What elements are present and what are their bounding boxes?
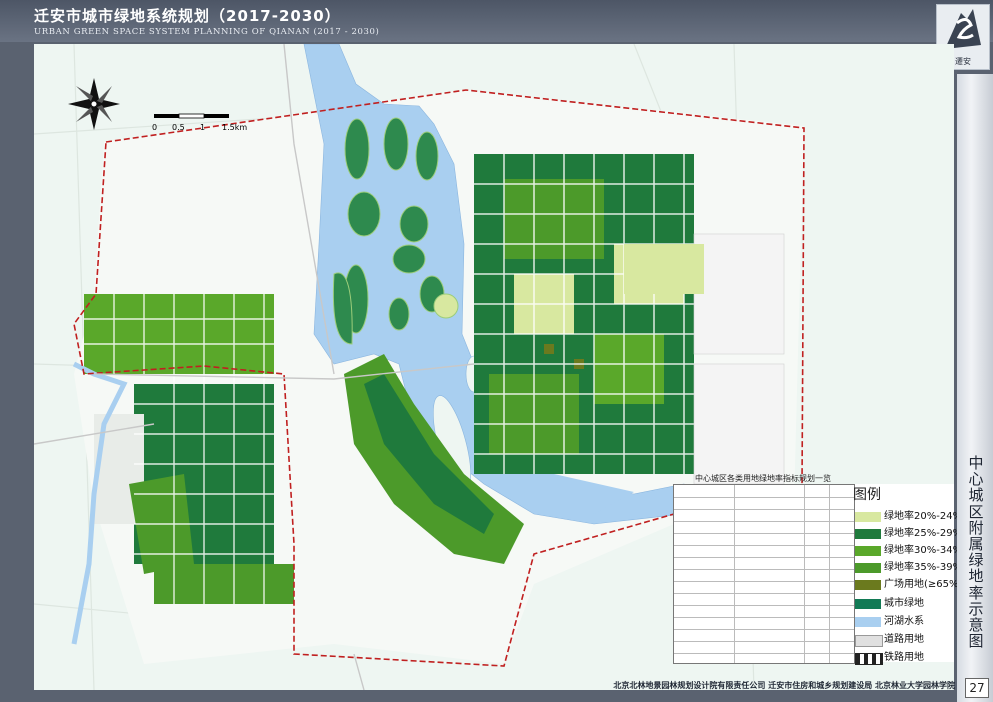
legend-label: 城市绿地 — [884, 598, 924, 609]
legend-swatch — [855, 599, 881, 609]
legend-swatch — [855, 617, 881, 627]
legend-item: 绿地率35%-39% — [855, 561, 962, 575]
table-caption: 中心城区各类用地绿地率指标规划一览 — [695, 474, 831, 483]
legend-label: 道路用地 — [884, 634, 924, 645]
legend-swatch — [855, 635, 883, 647]
legend-swatch — [855, 580, 881, 590]
map-side-title: 中心城区附属绿地率示意图 — [968, 454, 984, 651]
scale-label-0: 0 — [152, 123, 158, 132]
star-island — [433, 293, 459, 319]
legend-item: 绿地率20%-24% — [855, 510, 962, 524]
legend-label: 绿地率30%-34% — [884, 545, 963, 556]
scale-label-1: 1 — [200, 123, 206, 132]
map-subtitle-en: URBAN GREEN SPACE SYSTEM PLANNING OF QIA… — [34, 27, 380, 37]
east-district-blocks — [474, 154, 694, 474]
green-ratio-table — [673, 484, 855, 664]
scale-label-05: 0.5 — [172, 123, 185, 132]
legend-item: 绿地率25%-29% — [855, 527, 962, 541]
legend-swatch — [855, 529, 881, 539]
legend-label: 绿地率20%-24% — [884, 511, 963, 522]
header-bar: 迁安市城市绿地系统规划（2017-2030） URBAN GREEN SPACE… — [0, 0, 993, 42]
legend-label: 铁路用地 — [884, 652, 924, 663]
legend-title: 图例 — [853, 487, 881, 503]
legend-item: 道路用地 — [855, 633, 955, 647]
scale-bar — [154, 113, 229, 119]
legend-item: 城市绿地 — [855, 597, 955, 611]
legend-label: 广场用地(≥65%) — [884, 579, 963, 590]
map-title: 迁安市城市绿地系统规划（2017-2030） — [34, 7, 341, 25]
east-light-green-block — [624, 244, 704, 294]
legend-item: 广场用地(≥65%) — [855, 578, 962, 592]
legend-swatch — [855, 546, 881, 556]
legend-item: 绿地率30%-34% — [855, 544, 962, 558]
legend-item: 河湖水系 — [855, 615, 955, 629]
legend-swatch — [855, 512, 881, 522]
legend-swatch — [855, 563, 881, 573]
credits-text: 北京北林地景园林规划设计院有限责任公司 迁安市住房和城乡规划建设局 北京林业大学… — [613, 681, 955, 690]
legend-swatch — [855, 653, 883, 665]
legend-item: 铁路用地 — [855, 651, 955, 665]
legend-label: 河湖水系 — [884, 616, 924, 627]
legend-label: 绿地率35%-39% — [884, 562, 963, 573]
legend-label: 绿地率25%-29% — [884, 528, 963, 539]
page-number: 27 — [965, 678, 989, 698]
scale-label-15km: 1.5km — [222, 123, 248, 132]
